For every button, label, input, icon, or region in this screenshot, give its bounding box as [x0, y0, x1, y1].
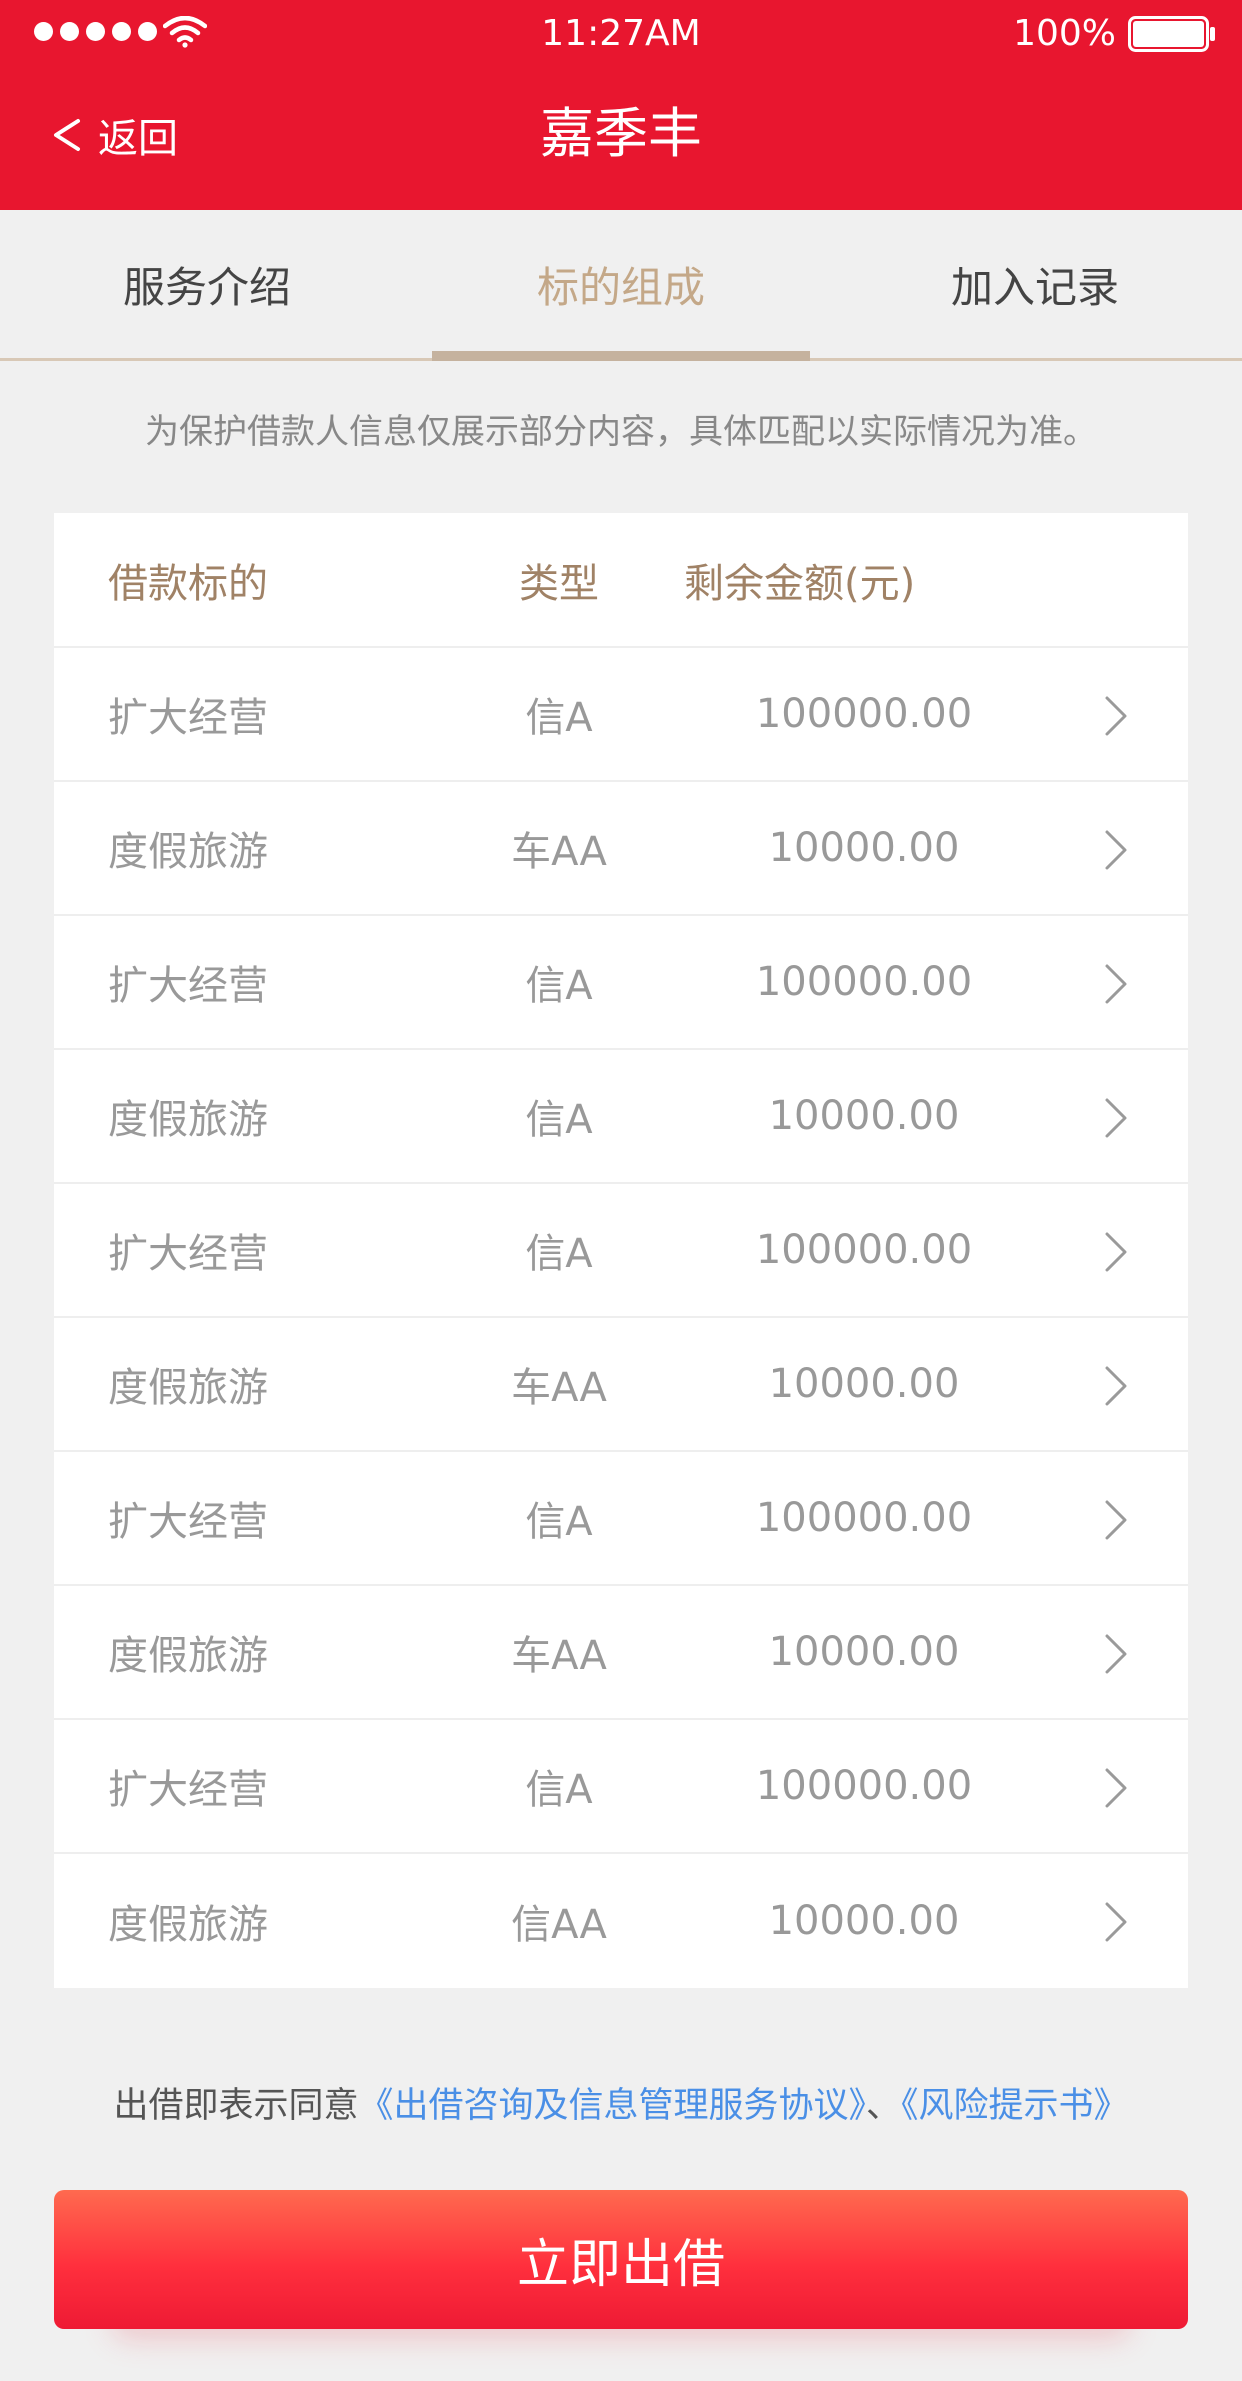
risk-notice-link[interactable]: 《风险提示书》 — [901, 2086, 1129, 2126]
cell-type: 信AA — [511, 1902, 607, 1948]
chevron-right-icon — [1105, 1366, 1127, 1406]
cell-amount: 100000.00 — [755, 959, 973, 1005]
cell-purpose: 度假旅游 — [108, 1365, 268, 1411]
chevron-right-icon — [1105, 696, 1127, 736]
cell-amount: 10000.00 — [768, 1093, 960, 1139]
column-header-amount: 剩余金额(元) — [684, 560, 916, 607]
loan-table: 借款标的 类型 剩余金额(元) 扩大经营 信A 100000.00 度假旅游 车… — [54, 513, 1188, 1988]
tab-bar: 服务介绍 标的组成 加入记录 — [0, 210, 1242, 361]
agreement-prefix: 出借即表示同意 — [113, 2086, 359, 2126]
table-header-row: 借款标的 类型 剩余金额(元) — [54, 513, 1188, 648]
cell-type: 车AA — [511, 1633, 607, 1679]
cell-purpose: 扩大经营 — [108, 1767, 268, 1813]
cell-type: 信A — [525, 1767, 593, 1813]
chevron-right-icon — [1105, 830, 1127, 870]
cell-type: 车AA — [511, 829, 607, 875]
cell-amount: 10000.00 — [768, 1898, 960, 1944]
tab-join-records[interactable]: 加入记录 — [828, 210, 1242, 358]
tab-service-intro[interactable]: 服务介绍 — [0, 210, 414, 358]
agreement-separator: 、 — [866, 2086, 902, 2126]
cell-purpose: 扩大经营 — [108, 1231, 268, 1277]
cell-amount: 10000.00 — [768, 1361, 960, 1407]
cell-amount: 100000.00 — [755, 1763, 973, 1809]
cell-purpose: 扩大经营 — [108, 963, 268, 1009]
table-row[interactable]: 扩大经营 信A 100000.00 — [54, 1184, 1188, 1318]
cell-type: 车AA — [511, 1365, 607, 1411]
page-title: 嘉季丰 — [540, 102, 702, 165]
table-row[interactable]: 扩大经营 信A 100000.00 — [54, 1720, 1188, 1854]
cell-purpose: 扩大经营 — [108, 695, 268, 741]
table-row[interactable]: 扩大经营 信A 100000.00 — [54, 1452, 1188, 1586]
cell-amount: 100000.00 — [755, 1495, 973, 1541]
table-row[interactable]: 度假旅游 信AA 10000.00 — [54, 1854, 1188, 1988]
chevron-right-icon — [1105, 1232, 1127, 1272]
invest-now-button[interactable]: 立即出借 — [54, 2190, 1188, 2329]
chevron-right-icon — [1105, 1768, 1127, 1808]
cell-purpose: 扩大经营 — [108, 1499, 268, 1545]
cell-type: 信A — [525, 963, 593, 1009]
nav-bar: 返回 嘉季丰 — [0, 66, 1242, 210]
table-row[interactable]: 扩大经营 信A 100000.00 — [54, 648, 1188, 782]
service-agreement-link[interactable]: 《出借咨询及信息管理服务协议》 — [358, 2086, 866, 2126]
battery-percent: 100% — [1013, 13, 1116, 54]
cell-purpose: 度假旅游 — [108, 1097, 268, 1143]
table-row[interactable]: 度假旅游 信A 10000.00 — [54, 1050, 1188, 1184]
cell-type: 信A — [525, 695, 593, 741]
cell-type: 信A — [525, 1231, 593, 1277]
chevron-right-icon — [1105, 1902, 1127, 1942]
column-header-purpose: 借款标的 — [108, 560, 268, 607]
app-header: 11:27AM 100% 返回 嘉季丰 — [0, 0, 1242, 210]
battery-icon — [1128, 16, 1215, 52]
table-row[interactable]: 度假旅游 车AA 10000.00 — [54, 1586, 1188, 1720]
cell-type: 信A — [525, 1097, 593, 1143]
table-row[interactable]: 度假旅游 车AA 10000.00 — [54, 1318, 1188, 1452]
chevron-right-icon — [1105, 1634, 1127, 1674]
agreement-text: 出借即表示同意《出借咨询及信息管理服务协议》、《风险提示书》 — [0, 2076, 1242, 2136]
privacy-notice: 为保护借款人信息仅展示部分内容，具体匹配以实际情况为准。 — [145, 412, 1097, 452]
cell-type: 信A — [525, 1499, 593, 1545]
chevron-right-icon — [1105, 964, 1127, 1004]
status-bar: 11:27AM 100% — [0, 0, 1242, 66]
column-header-type: 类型 — [519, 560, 599, 607]
tab-composition[interactable]: 标的组成 — [414, 210, 828, 361]
cell-amount: 10000.00 — [768, 825, 960, 871]
cell-amount: 10000.00 — [768, 1629, 960, 1675]
chevron-right-icon — [1105, 1500, 1127, 1540]
cell-purpose: 度假旅游 — [108, 1902, 268, 1948]
table-row[interactable]: 度假旅游 车AA 10000.00 — [54, 782, 1188, 916]
cell-purpose: 度假旅游 — [108, 1633, 268, 1679]
cell-purpose: 度假旅游 — [108, 829, 268, 875]
table-row[interactable]: 扩大经营 信A 100000.00 — [54, 916, 1188, 1050]
cell-amount: 100000.00 — [755, 691, 973, 737]
cell-amount: 100000.00 — [755, 1227, 973, 1273]
chevron-right-icon — [1105, 1098, 1127, 1138]
